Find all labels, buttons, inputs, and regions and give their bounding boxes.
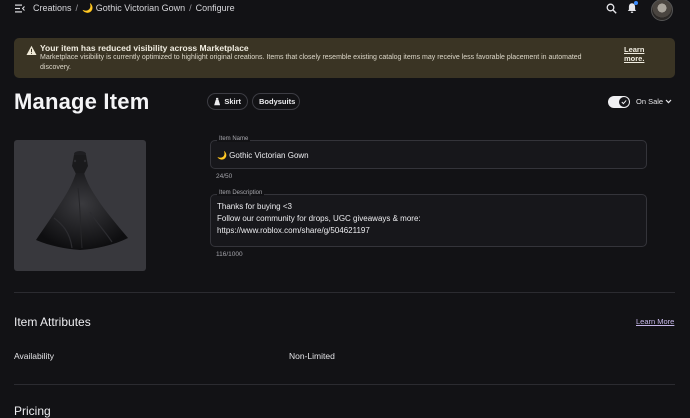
breadcrumb: Creations / 🌙 Gothic Victorian Gown / Config… (33, 3, 235, 14)
attributes-learn-more-link[interactable]: Learn More (636, 317, 674, 326)
gown-image (36, 151, 128, 250)
chevron-down-icon[interactable] (665, 98, 672, 105)
banner-title: Your item has reduced visibility across … (40, 43, 249, 53)
top-bar: Creations / 🌙 Gothic Victorian Gown / Config… (0, 0, 690, 21)
item-attributes-heading: Item Attributes (14, 315, 91, 329)
tag-label: Skirt (224, 97, 241, 106)
breadcrumb-separator: / (75, 3, 79, 13)
item-description-value: Thanks for buying <3 Follow our communit… (217, 202, 421, 235)
breadcrumb-creations[interactable]: Creations (33, 3, 72, 13)
breadcrumb-item[interactable]: 🌙 Gothic Victorian Gown (82, 3, 185, 13)
menu-collapse-icon[interactable] (15, 4, 25, 13)
banner-body: Marketplace visibility is currently opti… (40, 54, 582, 71)
item-description-field[interactable]: Item Description Thanks for buying <3 Fo… (210, 190, 647, 247)
avatar[interactable] (651, 0, 673, 21)
breadcrumb-current: Configure (195, 3, 235, 13)
check-icon (621, 100, 627, 105)
notification-dot (634, 1, 638, 5)
pricing-heading: Pricing (14, 404, 51, 418)
tag-chip-skirt[interactable]: Skirt (207, 93, 248, 110)
item-description-counter: 116/1000 (216, 251, 243, 258)
availability-label: Availability (14, 351, 55, 361)
page-title: Manage Item (14, 89, 150, 114)
search-icon[interactable] (606, 3, 617, 14)
visibility-warning-banner: Your item has reduced visibility across … (14, 38, 675, 78)
toggle-knob (619, 97, 629, 107)
section-divider (14, 292, 675, 293)
banner-learn-more-link[interactable]: Learn more. (624, 45, 664, 63)
on-sale-toggle[interactable] (608, 96, 630, 108)
section-divider (14, 384, 675, 385)
availability-value: Non-Limited (289, 351, 335, 361)
breadcrumb-separator: / (189, 3, 192, 13)
tag-chip-bodysuits[interactable]: Bodysuits (252, 93, 300, 110)
item-name-counter: 24/50 (216, 173, 233, 180)
item-name-label: Item Name (217, 136, 251, 142)
item-thumbnail[interactable] (14, 140, 146, 271)
on-sale-dropdown[interactable]: On Sale (636, 97, 663, 106)
item-description-label: Item Description (217, 190, 265, 196)
item-name-field[interactable]: Item Name 🌙 Gothic Victorian Gown (210, 136, 647, 169)
warning-icon (26, 45, 37, 55)
tag-label: Bodysuits (259, 97, 296, 106)
item-name-value: 🌙 Gothic Victorian Gown (217, 151, 309, 160)
skirt-icon (214, 97, 221, 106)
